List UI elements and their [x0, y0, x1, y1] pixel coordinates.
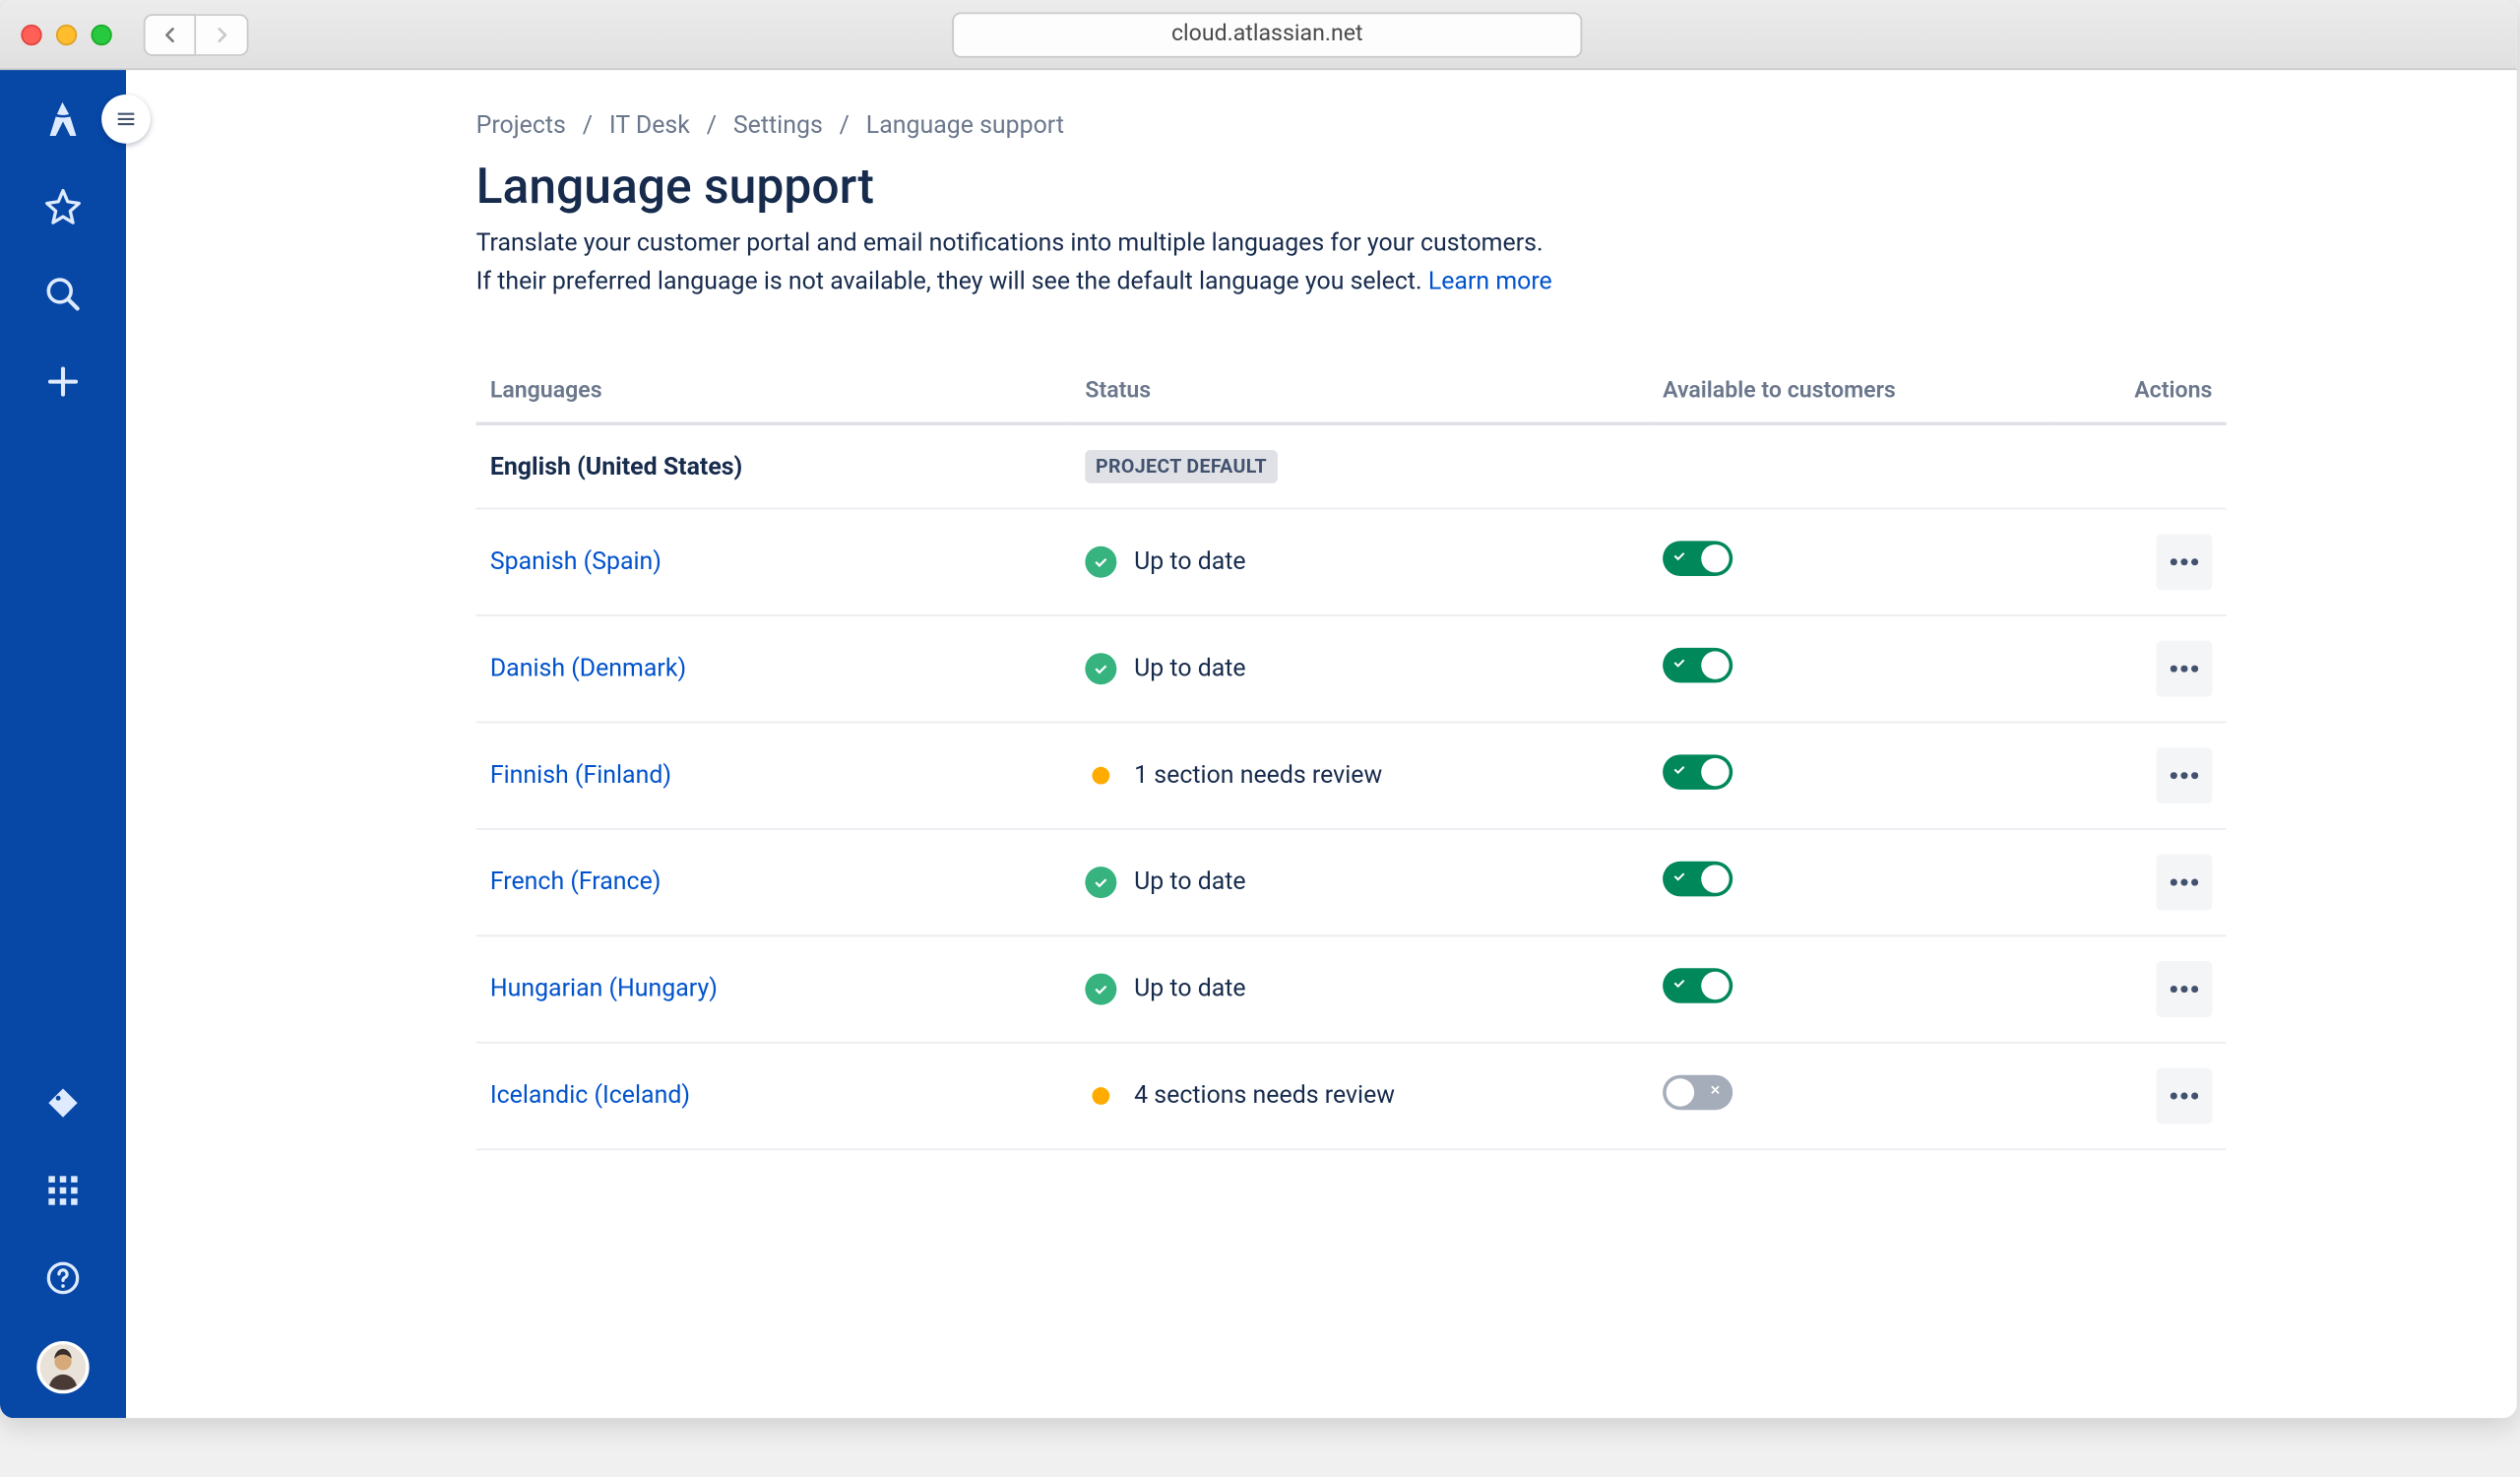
available-toggle[interactable]: [1663, 969, 1732, 1004]
page-description: Translate your customer portal and email…: [476, 225, 2051, 301]
user-avatar[interactable]: [36, 1341, 89, 1393]
default-language-label: English (United States): [490, 453, 742, 481]
table-row: Spanish (Spain) Up to date: [476, 509, 2227, 615]
warning-dot-icon: [1092, 767, 1109, 785]
traffic-lights: [21, 24, 111, 44]
language-link[interactable]: Danish (Denmark): [490, 656, 686, 683]
check-circle-icon: [1085, 974, 1116, 1005]
language-link[interactable]: French (France): [490, 869, 662, 897]
available-toggle[interactable]: [1663, 542, 1732, 577]
col-header-actions: Actions: [2051, 364, 2227, 423]
status-text: Up to date: [1134, 656, 1245, 683]
browser-window: cloud.atlassian.net: [0, 0, 2517, 1418]
app-shell: Projects / IT Desk / Settings / Language…: [0, 70, 2517, 1418]
table-row: Danish (Denmark) Up to date: [476, 616, 2227, 723]
product-logo-icon[interactable]: [38, 95, 88, 144]
table-row-default: English (United States) PROJECT DEFAULT: [476, 424, 2227, 509]
check-circle-icon: [1085, 867, 1116, 899]
status-text: Up to date: [1134, 548, 1245, 576]
forward-button[interactable]: [196, 13, 248, 55]
language-link[interactable]: Icelandic (Iceland): [490, 1082, 690, 1110]
languages-table: Languages Status Available to customers …: [476, 364, 2227, 1150]
maximize-window-button[interactable]: [91, 24, 111, 44]
table-row: French (France) Up to date: [476, 830, 2227, 936]
more-actions-button[interactable]: [2156, 748, 2212, 804]
available-toggle[interactable]: [1663, 755, 1732, 791]
project-default-lozenge: PROJECT DEFAULT: [1085, 451, 1277, 484]
close-window-button[interactable]: [21, 24, 41, 44]
available-toggle[interactable]: [1663, 1075, 1732, 1111]
col-header-available: Available to customers: [1649, 364, 2051, 423]
browser-chrome: cloud.atlassian.net: [0, 0, 2517, 70]
search-icon[interactable]: [38, 270, 88, 319]
more-actions-button[interactable]: [2156, 641, 2212, 697]
available-toggle[interactable]: [1663, 862, 1732, 897]
page-title: Language support: [476, 158, 2433, 216]
more-actions-button[interactable]: [2156, 535, 2212, 591]
tag-icon[interactable]: [38, 1078, 88, 1127]
col-header-languages: Languages: [476, 364, 1072, 423]
more-actions-button[interactable]: [2156, 962, 2212, 1018]
breadcrumb-item[interactable]: Settings: [733, 112, 823, 140]
main-content: Projects / IT Desk / Settings / Language…: [126, 70, 2517, 1418]
breadcrumb-item[interactable]: Projects: [476, 112, 566, 140]
status-text: 4 sections needs review: [1134, 1082, 1395, 1110]
status-text: 1 section needs review: [1134, 762, 1382, 790]
more-actions-button[interactable]: [2156, 855, 2212, 911]
status-text: Up to date: [1134, 976, 1245, 1003]
back-button[interactable]: [144, 13, 196, 55]
learn-more-link[interactable]: Learn more: [1428, 267, 1552, 294]
table-row: Finnish (Finland) 1 section needs review: [476, 723, 2227, 829]
language-link[interactable]: Finnish (Finland): [490, 762, 671, 790]
language-link[interactable]: Hungarian (Hungary): [490, 976, 718, 1003]
table-row: Icelandic (Iceland) 4 sections needs revi…: [476, 1043, 2227, 1149]
star-icon[interactable]: [38, 182, 88, 231]
app-switcher-icon[interactable]: [38, 1166, 88, 1215]
available-toggle[interactable]: [1663, 649, 1732, 684]
nav-buttons: [144, 13, 249, 55]
more-actions-button[interactable]: [2156, 1068, 2212, 1124]
create-icon[interactable]: [38, 357, 88, 407]
status-text: Up to date: [1134, 869, 1245, 897]
breadcrumb-item[interactable]: IT Desk: [609, 112, 690, 140]
table-row: Hungarian (Hungary) Up to date: [476, 936, 2227, 1043]
minimize-window-button[interactable]: [56, 24, 77, 44]
col-header-status: Status: [1071, 364, 1649, 423]
breadcrumb: Projects / IT Desk / Settings / Language…: [476, 112, 2433, 140]
breadcrumb-current: Language support: [866, 112, 1064, 140]
check-circle-icon: [1085, 654, 1116, 685]
warning-dot-icon: [1092, 1088, 1109, 1106]
help-icon[interactable]: [38, 1253, 88, 1303]
address-bar[interactable]: cloud.atlassian.net: [952, 12, 1582, 57]
global-nav-rail: [0, 70, 126, 1418]
address-text: cloud.atlassian.net: [1171, 21, 1363, 47]
language-link[interactable]: Spanish (Spain): [490, 548, 662, 576]
check-circle-icon: [1085, 546, 1116, 578]
